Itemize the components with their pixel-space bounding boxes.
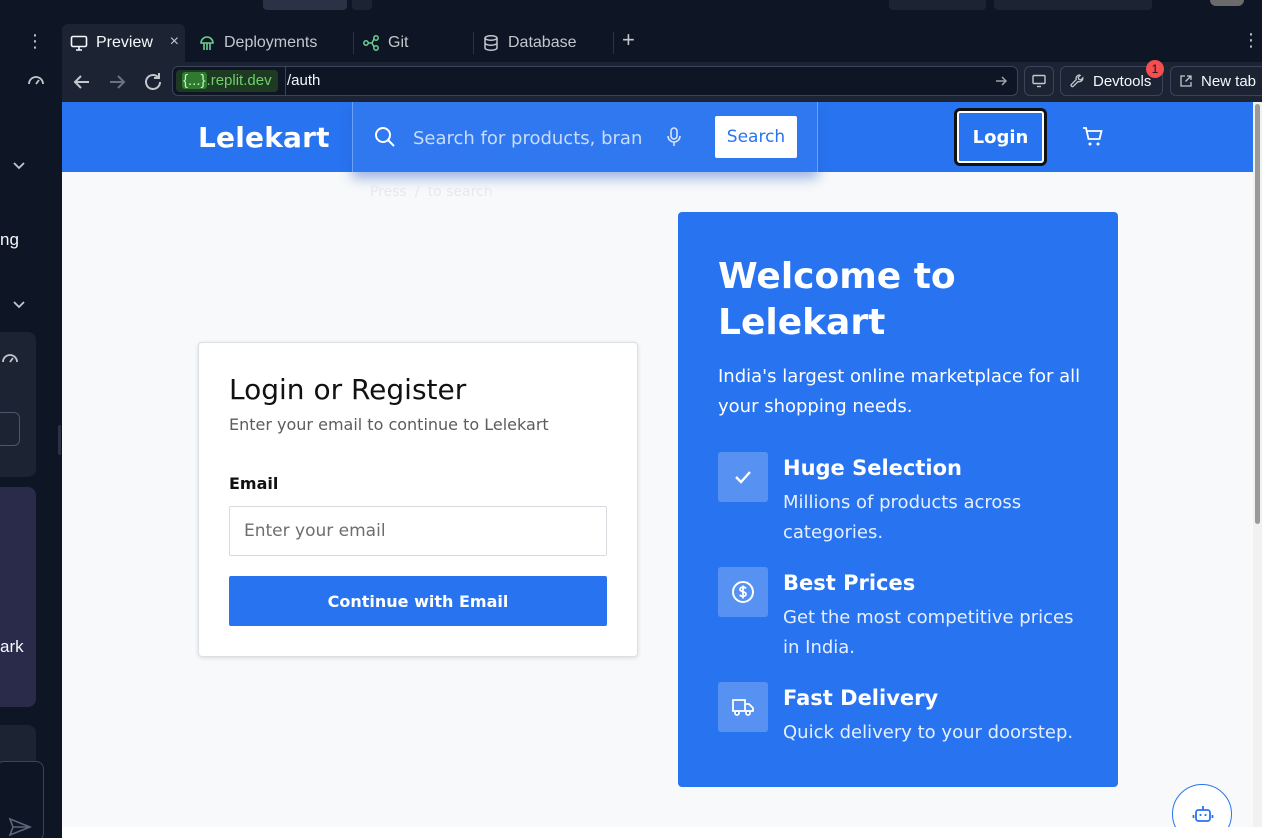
sidebar-text-fragment: ng [0,230,19,249]
jellyfish-icon [200,36,214,50]
site-logo[interactable]: Lelekart [198,121,330,154]
tab-label: Database [508,34,577,51]
login-card-title: Login or Register [229,373,467,406]
send-icon[interactable] [6,815,34,838]
welcome-title: Welcome to Lelekart [718,256,956,343]
monitor-icon [70,35,88,51]
forward-arrow-icon[interactable] [105,70,129,94]
continue-with-email-button[interactable]: Continue with Email [229,576,607,626]
search-input[interactable] [413,124,643,152]
shopping-cart-icon[interactable] [1082,126,1104,148]
tab-separator [613,32,614,54]
robot-icon [1192,806,1214,822]
kebab-menu-icon[interactable]: ⋮ [26,30,44,52]
email-label: Email [229,474,279,493]
new-tab-button[interactable]: New tab [1170,66,1262,96]
left-sidebar: ⋮ ng ark [0,20,56,838]
top-pill[interactable] [263,0,347,10]
check-icon [718,452,768,502]
chevron-down-icon[interactable] [10,295,28,313]
tab-bar: Preview × Deployments Git Database + ⋮ [62,20,1262,62]
go-arrow-icon[interactable] [993,73,1009,89]
gauge-icon[interactable] [0,348,20,368]
search-hint: Press / to search [370,184,493,200]
url-divider [285,67,286,95]
sidebar-input[interactable] [0,412,20,446]
feature-title: Best Prices [783,571,916,595]
preview-page: Lelekart Search Login Press / to search Lo… [62,102,1253,827]
microphone-icon[interactable] [665,126,683,148]
page-scrollbar[interactable] [1253,102,1262,827]
search-hint-press: Press [370,184,407,200]
site-header: Lelekart Search Login [62,102,1253,172]
url-path[interactable]: /auth [287,72,320,89]
welcome-panel: Welcome to Lelekart India's largest onli… [678,212,1118,787]
url-bar[interactable]: {...}.replit.dev /auth [172,66,1018,96]
new-tab-plus-icon[interactable]: + [622,29,635,51]
feature-desc: Quick delivery to your doorstep. [783,722,1074,743]
top-pill-3[interactable] [889,0,986,10]
git-branch-icon [363,35,379,51]
reload-icon[interactable] [141,70,165,94]
tab-git[interactable]: Git [354,24,469,62]
resize-handle[interactable] [58,425,61,455]
search-hint-key: / [414,184,420,200]
header-login-button[interactable]: Login [954,108,1047,166]
url-domain: {...}.replit.dev [176,70,278,92]
scrollbar-thumb[interactable] [1255,104,1260,524]
database-icon [484,35,498,51]
wrench-icon [1070,74,1084,88]
back-arrow-icon[interactable] [70,70,94,94]
search-hint-rest: to search [427,184,493,200]
tab-menu-icon[interactable]: ⋮ [1242,30,1260,51]
feature-desc: Get the most competitive prices in India… [783,607,1074,658]
page-bottom-strip [62,827,1262,838]
browser-toolbar: {...}.replit.dev /auth Devtools 1 New ta… [62,60,1262,102]
feature-title: Huge Selection [783,456,962,480]
search-button[interactable]: Search [715,116,797,158]
devtools-label: Devtools [1093,72,1152,90]
devtools-badge: 1 [1146,60,1164,78]
top-strip [0,0,1262,20]
device-toggle-button[interactable] [1024,66,1054,96]
tab-database[interactable]: Database [474,24,609,62]
top-pill-4[interactable] [994,0,1152,10]
gauge-icon[interactable] [26,70,46,90]
new-tab-label: New tab [1201,72,1257,90]
tab-label: Preview [96,34,153,51]
login-card: Login or Register Enter your email to co… [198,342,638,657]
search-bar: Search [352,102,818,172]
chatbot-button[interactable] [1172,784,1232,827]
monitor-icon [1032,74,1046,88]
login-card-subtitle: Enter your email to continue to Lelekart [229,415,549,434]
user-avatar[interactable] [1210,0,1244,6]
external-link-icon [1180,75,1192,87]
feature-desc: Millions of products across categories. [783,492,1022,543]
top-pill-2[interactable] [352,0,372,10]
search-icon [375,127,395,147]
tab-preview[interactable]: Preview × [62,24,185,62]
tab-label: Deployments [224,34,318,51]
feature-title: Fast Delivery [783,686,939,710]
email-input[interactable] [229,506,607,556]
tab-deployments[interactable]: Deployments [190,24,350,62]
url-domain-brace: {...} [182,72,207,89]
truck-icon [718,682,768,732]
dollar-icon [718,567,768,617]
sidebar-text-fragment: ark [0,637,24,656]
url-domain-rest: .replit.dev [206,72,272,89]
tab-label: Git [388,34,409,51]
sidebar-promo-card[interactable] [0,487,36,707]
close-icon[interactable]: × [170,33,179,51]
welcome-intro: India's largest online marketplace for a… [718,366,1081,417]
chevron-down-icon[interactable] [10,156,28,174]
